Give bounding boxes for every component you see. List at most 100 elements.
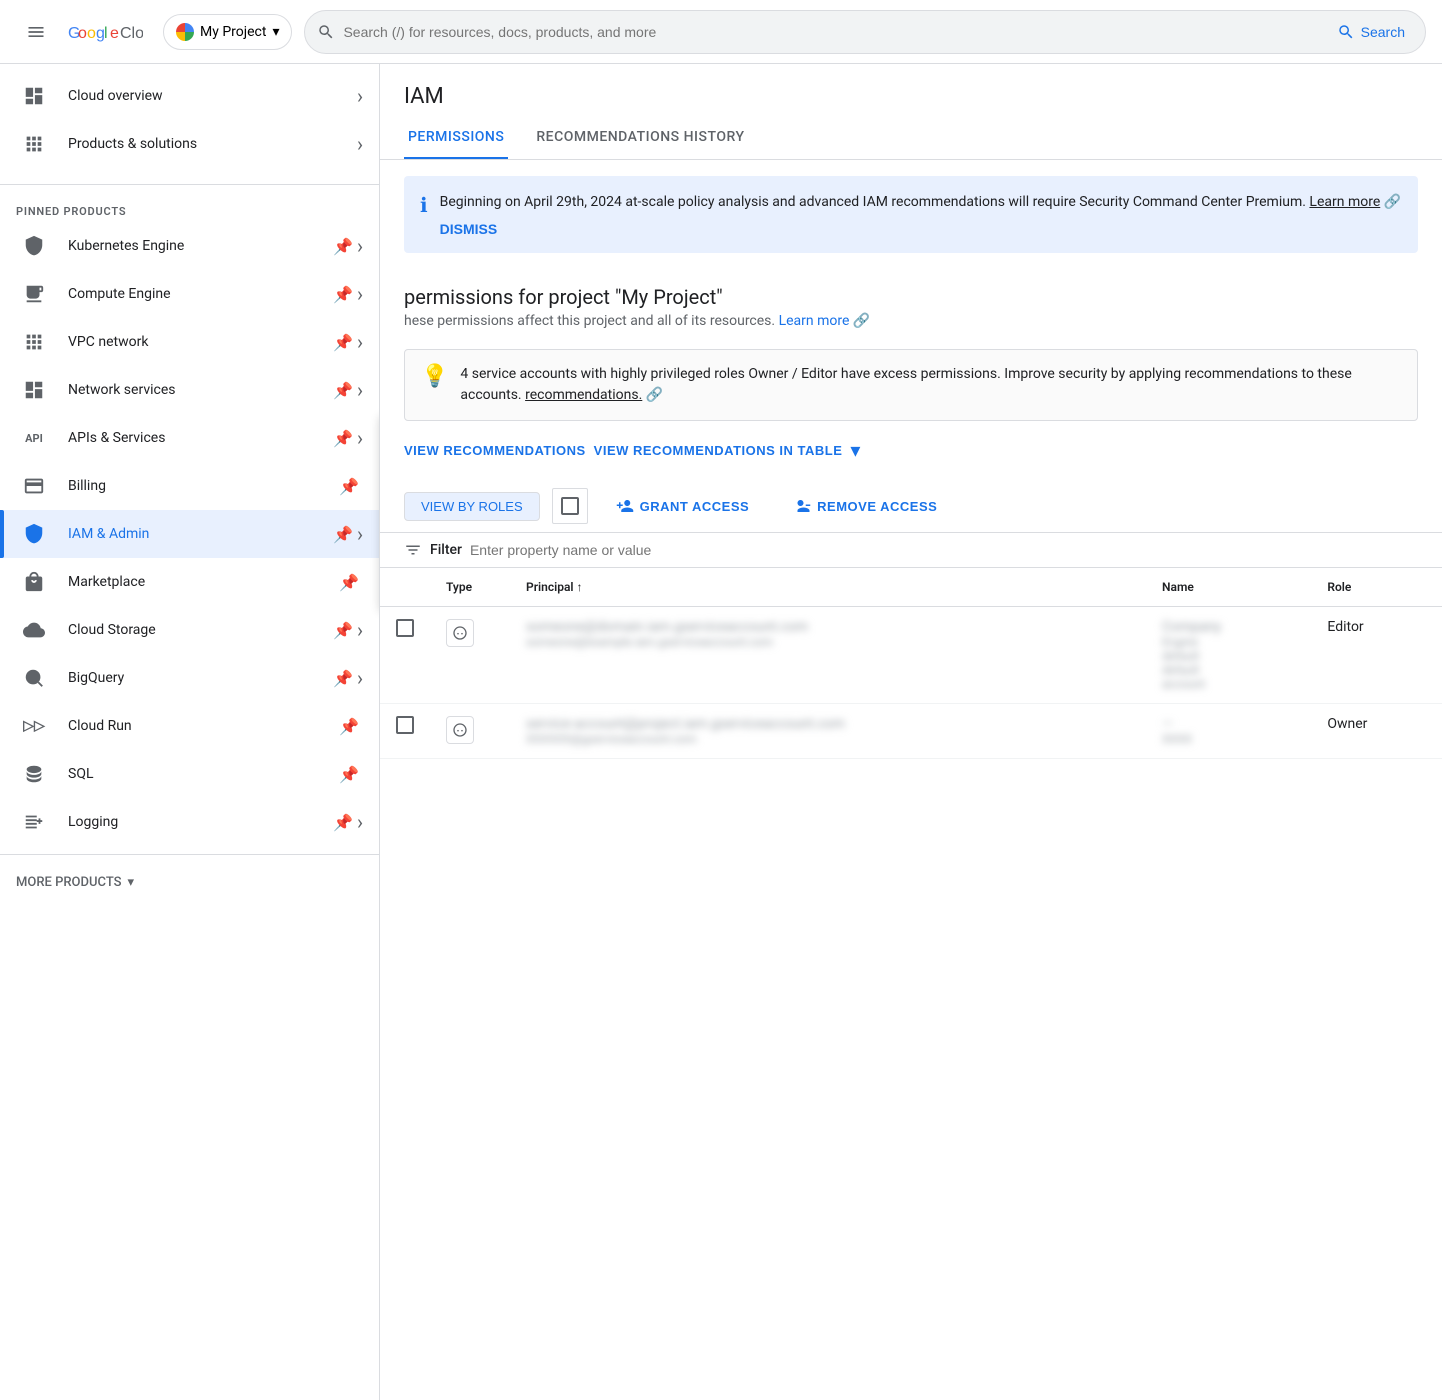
bulb-icon: 💡	[421, 364, 448, 389]
search-icon	[317, 23, 335, 41]
view-recommendations-button[interactable]: VIEW RECOMMENDATIONS	[404, 437, 586, 464]
select-all-checkbox[interactable]	[561, 497, 579, 515]
row2-principal-text: service-account@project.iam.gserviceacco…	[526, 716, 1130, 732]
row2-name-sub1: XXXX	[1162, 732, 1295, 746]
pin-icon-sql: 📌	[339, 765, 359, 784]
page-title: IAM	[380, 64, 1442, 109]
table-row: someone@domain.iam.gserviceaccount.com s…	[380, 607, 1442, 704]
row2-role: Owner	[1311, 704, 1442, 759]
sidebar-item-products-solutions-label: Products & solutions	[52, 136, 357, 152]
row1-checkbox[interactable]	[396, 619, 414, 637]
sidebar-item-bigquery[interactable]: BigQuery 📌 ›	[0, 654, 379, 702]
add-person-icon	[616, 497, 634, 515]
sidebar-item-iam[interactable]: IAM & Admin 📌 ›	[0, 510, 379, 558]
row1-principal-text: someone@domain.iam.gserviceaccount.com	[526, 619, 1130, 635]
th-principal[interactable]: Principal ↑	[510, 568, 1146, 607]
remove-access-button[interactable]: REMOVE ACCESS	[777, 491, 953, 521]
permissions-subtitle: hese permissions affect this project and…	[380, 313, 1442, 341]
sidebar-item-iam-label: IAM & Admin	[52, 526, 333, 542]
view-by-roles-button[interactable]: VIEW BY ROLES	[404, 492, 540, 521]
sidebar-item-cloud-storage-label: Cloud Storage	[52, 622, 333, 638]
recommendation-banner: 💡 4 service accounts with highly privile…	[404, 349, 1418, 421]
sidebar-item-sql[interactable]: SQL 📌	[0, 750, 379, 798]
sidebar-item-network-services[interactable]: Network services 📌 ›	[0, 366, 379, 414]
project-selector[interactable]: My Project ▾	[163, 14, 292, 50]
active-indicator	[0, 510, 4, 558]
rec-external-icon: 🔗	[646, 387, 663, 403]
recommendations-dropdown-button[interactable]: ▾	[850, 438, 860, 463]
sidebar-item-cloud-overview[interactable]: Cloud overview ›	[0, 72, 379, 120]
sidebar-item-vpc[interactable]: VPC network 📌 ›	[0, 318, 379, 366]
row1-name-sub4: account	[1162, 677, 1295, 691]
sidebar-item-network-services-label: Network services	[52, 382, 333, 398]
more-products-button[interactable]: MORE PRODUCTS ▾	[0, 863, 379, 902]
sidebar-item-products-solutions[interactable]: Products & solutions ›	[0, 120, 379, 168]
row2-type	[430, 704, 510, 759]
view-recommendations-table-button[interactable]: VIEW RECOMMENDATIONS IN TABLE	[594, 437, 843, 464]
sidebar-item-billing[interactable]: Billing 📌	[0, 462, 379, 510]
learn-more-link[interactable]: Learn more 🔗	[779, 313, 871, 329]
row1-name-sub1: Engine	[1162, 635, 1295, 649]
pin-icon-compute: 📌	[333, 285, 353, 304]
apis-icon: API	[16, 432, 52, 445]
pin-icon-cloud-run: 📌	[339, 717, 359, 736]
pin-icon-billing: 📌	[339, 477, 359, 496]
topbar: G o o g l e Cloud My Project ▾ Search	[0, 0, 1442, 64]
th-type: Type	[430, 568, 510, 607]
chevron-kubernetes: ›	[357, 234, 363, 258]
row2-checkbox[interactable]	[396, 716, 414, 734]
sql-icon	[16, 763, 52, 785]
sidebar-item-apis[interactable]: API APIs & Services 📌 › Enabled APIs & s…	[0, 414, 379, 462]
filter-label: Filter	[430, 542, 462, 558]
checkbox-header-cell[interactable]	[552, 488, 588, 524]
main-content: IAM PERMISSIONS RECOMMENDATIONS HISTORY …	[380, 64, 1442, 1400]
sidebar-item-sql-label: SQL	[52, 766, 339, 782]
chevron-vpc: ›	[357, 330, 363, 354]
tab-permissions[interactable]: PERMISSIONS	[404, 117, 508, 159]
iam-table: Type Principal ↑ Name Role	[380, 568, 1442, 759]
search-input[interactable]	[343, 24, 1320, 40]
menu-button[interactable]	[16, 12, 56, 52]
info-icon: ℹ	[420, 193, 428, 217]
sidebar-item-cloud-run[interactable]: ▷▷ Cloud Run 📌	[0, 702, 379, 750]
sidebar-item-cloud-storage[interactable]: Cloud Storage 📌 ›	[0, 606, 379, 654]
chevron-cloud-storage: ›	[357, 618, 363, 642]
subtitle-text: hese permissions affect this project and…	[404, 313, 779, 329]
chevron-right-icon-2: ›	[357, 132, 363, 156]
vpc-icon	[16, 331, 52, 353]
sidebar-item-bigquery-label: BigQuery	[52, 670, 333, 686]
dismiss-button[interactable]: DISMISS	[440, 221, 498, 237]
chevron-apis: ›	[357, 426, 363, 450]
grant-access-button[interactable]: GRANT ACCESS	[600, 491, 766, 521]
sidebar-divider-2	[0, 854, 379, 855]
sidebar-item-logging[interactable]: Logging 📌 ›	[0, 798, 379, 846]
row1-principal-sub: someone@example.iam.gserviceaccount.com	[526, 635, 1130, 649]
chevron-logging: ›	[357, 810, 363, 834]
table-row: service-account@project.iam.gserviceacco…	[380, 704, 1442, 759]
sidebar-item-kubernetes-label: Kubernetes Engine	[52, 238, 333, 254]
row1-principal: someone@domain.iam.gserviceaccount.com s…	[510, 607, 1146, 704]
sort-asc-icon: ↑	[577, 580, 583, 594]
chevron-compute: ›	[357, 282, 363, 306]
sidebar-item-marketplace[interactable]: Marketplace 📌	[0, 558, 379, 606]
svg-text:o: o	[87, 25, 96, 42]
sidebar-item-billing-label: Billing	[52, 478, 339, 494]
network-services-icon	[16, 379, 52, 401]
remove-access-label: REMOVE ACCESS	[817, 499, 937, 514]
th-role: Role	[1311, 568, 1442, 607]
filter-icon	[404, 541, 422, 559]
search-button[interactable]: Search	[1329, 23, 1413, 41]
filter-input[interactable]	[470, 542, 1418, 558]
recommendation-link[interactable]: recommendations.	[525, 387, 642, 403]
th-checkbox	[380, 568, 430, 607]
search-bar[interactable]: Search	[304, 10, 1426, 54]
tab-recommendations-history[interactable]: RECOMMENDATIONS HISTORY	[532, 117, 748, 159]
sidebar-item-vpc-label: VPC network	[52, 334, 333, 350]
sidebar-item-kubernetes[interactable]: Kubernetes Engine 📌 ›	[0, 222, 379, 270]
info-banner-link[interactable]: Learn more	[1309, 194, 1380, 210]
products-solutions-icon	[16, 133, 52, 155]
sidebar-item-compute[interactable]: Compute Engine 📌 ›	[0, 270, 379, 318]
filter-row: Filter	[380, 533, 1442, 568]
permissions-title: permissions for project "My Project"	[380, 269, 1442, 313]
bigquery-icon	[16, 667, 52, 689]
